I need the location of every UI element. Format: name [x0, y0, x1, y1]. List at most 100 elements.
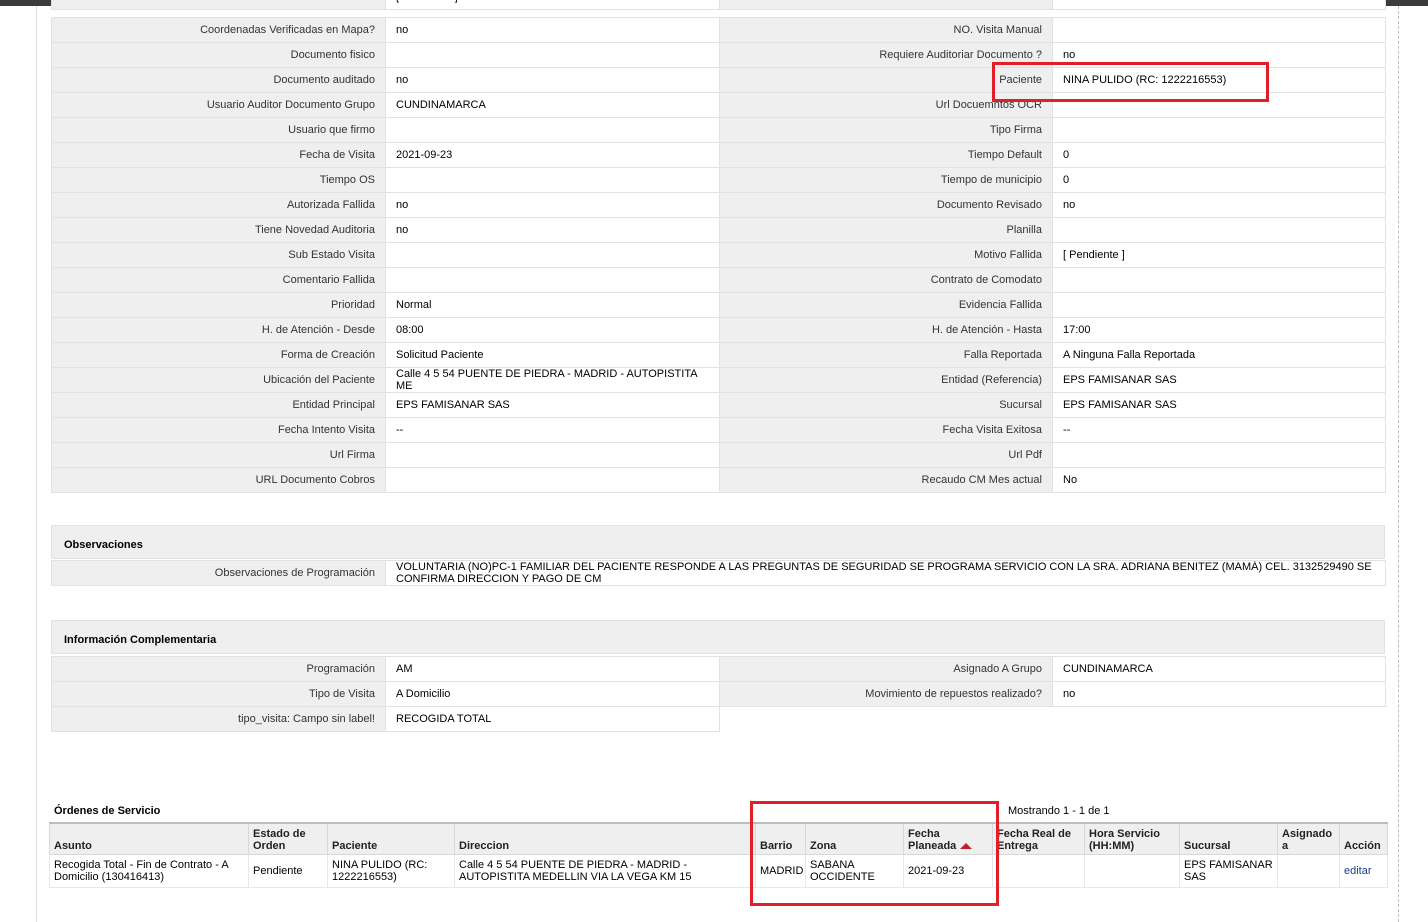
- cell-direccion: Calle 4 5 54 PUENTE DE PIEDRA - MADRID -…: [454, 854, 756, 888]
- field-value: Calle 4 5 54 PUENTE DE PIEDRA - MADRID -…: [385, 367, 720, 393]
- field-label: Corrección de Dirección: [719, 0, 1053, 10]
- field-label: tipo_visita: Campo sin label!: [51, 706, 386, 732]
- field-label: Documento Revisado: [719, 192, 1053, 218]
- field-label: Tiempo OS: [51, 167, 386, 193]
- cell-zona: SABANA OCCIDENTE: [805, 854, 904, 888]
- field-label: Usuario Auditor Documento Grupo: [51, 92, 386, 118]
- col-header-estado[interactable]: Estado de Orden: [248, 822, 328, 855]
- ordenes-title: Órdenes de Servicio: [54, 805, 161, 817]
- col-header-asunto[interactable]: Asunto: [49, 822, 249, 855]
- visit-details-table: Coordenadas Verificadas en Mapa? no NO. Vi…: [51, 17, 1386, 493]
- field-label: Documento auditado: [51, 67, 386, 93]
- field-label: Fecha Visita Exitosa: [719, 417, 1053, 443]
- field-label: Url Firma: [51, 442, 386, 468]
- field-label: Observaciones de Programación: [51, 560, 386, 586]
- sort-ascending-icon[interactable]: [960, 843, 973, 849]
- field-label: Evidencia Fallida: [719, 292, 1053, 318]
- complementaria-table: Programación AM Asignado A Grupo CUNDINA…: [51, 656, 1386, 732]
- field-value: [385, 442, 720, 468]
- cell-asignado: [1277, 854, 1340, 888]
- field-label: Url Pdf: [719, 442, 1053, 468]
- field-value: no: [385, 17, 720, 43]
- col-header-paciente[interactable]: Paciente: [327, 822, 455, 855]
- col-header-asignado[interactable]: Asignado a: [1277, 822, 1340, 855]
- field-label: Tiempo Default: [719, 142, 1053, 168]
- field-value: no: [1052, 42, 1386, 68]
- field-label: Sub Estado Visita: [51, 242, 386, 268]
- table-row: Recogida Total - Fin de Contrato - A Dom…: [49, 854, 1388, 888]
- field-value: EPS FAMISANAR SAS: [1052, 367, 1386, 393]
- details-row: Fecha Intento Visita -- Fecha Visita Exito…: [51, 417, 1386, 443]
- field-label: Paciente: [719, 67, 1053, 93]
- field-value: [385, 267, 720, 293]
- field-value: no: [385, 192, 720, 218]
- field-value: AM: [385, 656, 720, 682]
- field-value: 0: [1052, 167, 1386, 193]
- col-header-hora[interactable]: Hora Servicio (HH:MM): [1084, 822, 1180, 855]
- field-label: Motivo Fallida: [719, 242, 1053, 268]
- field-label: Tiene Novedad Auditoria: [51, 217, 386, 243]
- col-header-fecha-real[interactable]: Fecha Real de Entrega: [992, 822, 1085, 855]
- field-value: [ Pendiente ]: [1052, 242, 1386, 268]
- col-header-fecha-planeada[interactable]: Fecha Planeada: [903, 822, 993, 855]
- field-value: NINA PULIDO (RC: 1222216553): [1052, 67, 1386, 93]
- field-value: [385, 117, 720, 143]
- col-header-barrio[interactable]: Barrio: [755, 822, 806, 855]
- field-label: Fecha de Visita: [51, 142, 386, 168]
- field-label: Tipo Firma: [719, 117, 1053, 143]
- field-label: Tiempo de municipio: [719, 167, 1053, 193]
- observaciones-value: VOLUNTARIA (NO)PC-1 FAMILIAR DEL PACIENT…: [385, 560, 1386, 586]
- right-dashed-border: [1398, 6, 1399, 922]
- cell-asunto: Recogida Total - Fin de Contrato - A Dom…: [49, 854, 249, 888]
- details-row: Tiempo OS Tiempo de municipio 0: [51, 167, 1386, 193]
- field-label: Autorizada Fallida: [51, 192, 386, 218]
- field-label: Entidad (Referencia): [719, 367, 1053, 393]
- field-value: [1052, 92, 1386, 118]
- observaciones-header: Observaciones: [51, 525, 1385, 559]
- field-label: H. de Atención - Hasta: [719, 317, 1053, 343]
- details-row: Usuario Auditor Documento Grupo CUNDINAMA…: [51, 92, 1386, 118]
- field-label: H. de Atención - Desde: [51, 317, 386, 343]
- field-value: --: [1052, 417, 1386, 443]
- field-label: Comentario Fallida: [51, 267, 386, 293]
- col-header-accion: Acción: [1339, 822, 1388, 855]
- cell-fecha-planeada: 2021-09-23: [903, 854, 993, 888]
- cell-fecha-real: [992, 854, 1085, 888]
- field-value: 17:00: [1052, 317, 1386, 343]
- details-row: Usuario que firmo Tipo Firma: [51, 117, 1386, 143]
- field-value: A Domicilio: [385, 681, 720, 707]
- col-header-direccion[interactable]: Direccion: [454, 822, 756, 855]
- field-value: 0: [1052, 142, 1386, 168]
- details-row: Sub Estado Visita Motivo Fallida[ Pendien…: [51, 242, 1386, 268]
- field-label: NO. Visita Manual: [719, 17, 1053, 43]
- edit-link[interactable]: editar: [1344, 865, 1372, 877]
- field-value: [385, 242, 720, 268]
- fecha-planeada-label: Fecha Planeada: [908, 828, 957, 852]
- details-row: Autorizada Fallida no Documento Revisado no: [51, 192, 1386, 218]
- field-label: Falla Reportada: [719, 342, 1053, 368]
- field-value: A Ninguna Falla Reportada: [1052, 342, 1386, 368]
- col-header-sucursal[interactable]: Sucursal: [1179, 822, 1278, 855]
- field-label: Contrato de Comodato: [719, 267, 1053, 293]
- field-value: [385, 42, 720, 68]
- field-value: [385, 467, 720, 493]
- field-label: Prioridad: [51, 292, 386, 318]
- details-row: Prioridad Normal Evidencia Fallida: [51, 292, 1386, 318]
- field-value: no: [1052, 192, 1386, 218]
- col-header-zona[interactable]: Zona: [805, 822, 904, 855]
- field-label: Forma de Creación: [51, 342, 386, 368]
- details-row: Ubicación del Paciente Calle 4 5 54 PUENT…: [51, 367, 1386, 393]
- field-value: [1052, 267, 1386, 293]
- details-partial-row: Tema de Datos GPS [ Pendiente ] Correcci…: [51, 0, 1386, 10]
- field-value: [1052, 117, 1386, 143]
- cell-hora: [1084, 854, 1180, 888]
- field-value: 08:00: [385, 317, 720, 343]
- details-row: Documento auditado no Paciente NINA PULIDO …: [51, 67, 1386, 93]
- field-value: no: [385, 67, 720, 93]
- field-label: Planilla: [719, 217, 1053, 243]
- field-value: No: [1052, 467, 1386, 493]
- field-value: Normal: [385, 292, 720, 318]
- field-value: [1052, 0, 1386, 10]
- table-header-row: Asunto Estado de Orden Paciente Direccio…: [49, 822, 1388, 855]
- cell-barrio: MADRID: [755, 854, 806, 888]
